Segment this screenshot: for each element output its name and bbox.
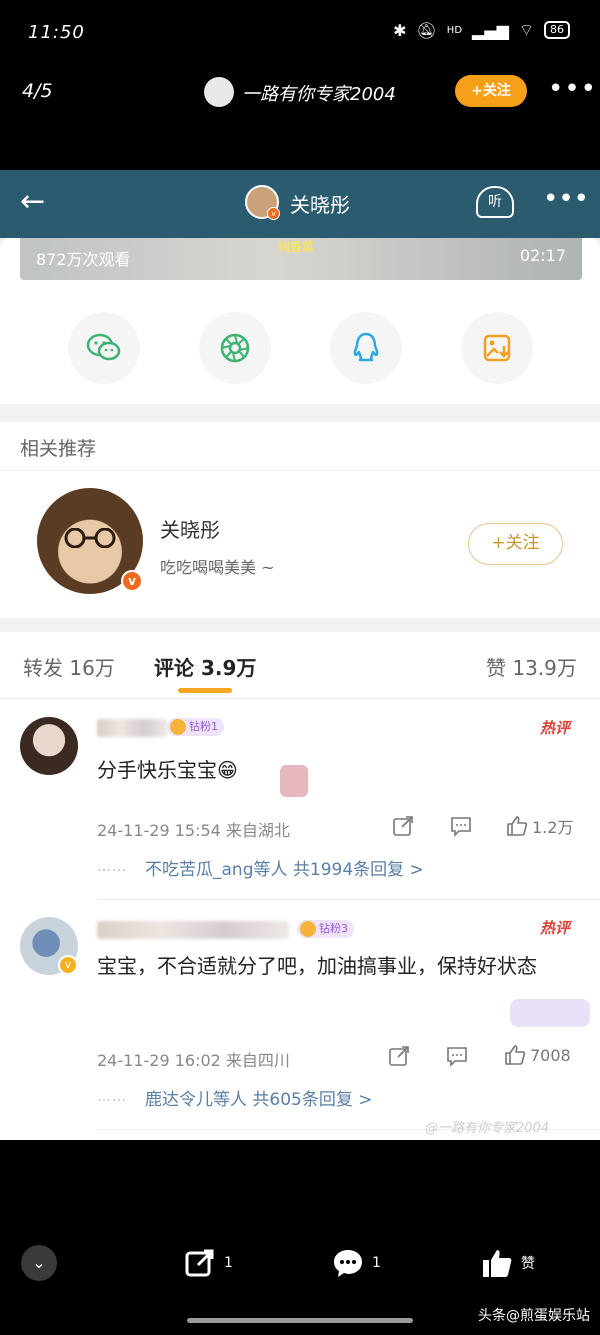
like-comment-button[interactable]: 7008 <box>504 1044 571 1066</box>
comment-text: 宝宝，不合适就分了吧，加油搞事业，保持好状态 <box>97 954 537 978</box>
nav-title: 关晓彤 <box>290 193 350 217</box>
share-comment-icon[interactable] <box>388 1045 410 1067</box>
glasses-icon <box>64 528 116 548</box>
image-counter: 4/5 <box>22 80 53 102</box>
back-arrow-icon[interactable]: ← <box>20 184 45 219</box>
verified-badge-icon: v <box>267 207 280 220</box>
like-label: 赞 <box>521 1256 535 1272</box>
view-replies-link[interactable]: 鹿达令儿等人 共605条回复 > <box>145 1085 373 1110</box>
signal-label: HD <box>446 24 463 36</box>
verified-badge-icon: v <box>121 570 143 592</box>
divider <box>0 470 600 471</box>
commenter-name-blurred <box>97 719 167 737</box>
video-views: 872万次观看 <box>36 250 131 269</box>
save-image-icon[interactable] <box>461 312 533 384</box>
collapse-chevron-icon[interactable]: ⌄ <box>21 1245 57 1281</box>
bluetooth-icon: ✱ <box>393 20 407 40</box>
sticker-icon <box>280 765 308 797</box>
like-count: 7008 <box>530 1045 571 1065</box>
share-count: 1 <box>224 1255 233 1271</box>
home-indicator[interactable] <box>187 1318 413 1323</box>
nav-more-icon[interactable]: ••• <box>543 184 589 214</box>
comment-icon <box>334 1250 362 1277</box>
hot-comment-tag: 热评 <box>540 719 571 737</box>
commenter-name-blurred <box>97 921 289 939</box>
more-options-icon[interactable]: ••• <box>548 74 597 104</box>
view-replies-link[interactable]: 不吃苦瓜_ang等人 共1994条回复 > <box>145 855 424 880</box>
share-icon <box>185 1249 214 1277</box>
reply-comment-icon[interactable] <box>450 815 472 837</box>
share-comment-icon[interactable] <box>392 815 414 837</box>
like-count: 1.2万 <box>532 818 574 837</box>
wifi-icon: ⌔ <box>518 20 534 39</box>
qq-icon[interactable] <box>330 312 402 384</box>
embedded-screenshot: ← v 关晓彤 听 ••• 872万次观看 纯香菜 02:17 相关推荐 v 关… <box>0 170 600 1140</box>
thumbs-up-icon <box>507 816 528 836</box>
comment-list: 钻粉1 热评 分手快乐宝宝😁 24-11-29 15:54 来自湖北 1.2万 … <box>0 698 600 1140</box>
brand-watermark: 头条@煎蛋娱乐站 <box>478 1308 590 1324</box>
poster-avatar[interactable] <box>204 77 234 107</box>
video-caption: 纯香菜 <box>278 240 315 254</box>
source-watermark: @一路有你专家2004 <box>425 1121 550 1136</box>
video-duration: 02:17 <box>519 246 566 265</box>
commenter-avatar[interactable] <box>20 717 78 775</box>
status-time: 11:50 <box>28 22 85 43</box>
like-button[interactable]: 赞 <box>481 1247 535 1279</box>
like-comment-button[interactable]: 1.2万 <box>506 814 573 838</box>
reply-dots: …… <box>97 1089 127 1105</box>
related-user-bio: 吃吃喝喝美美 ~ <box>160 558 275 577</box>
thumbs-up-icon <box>483 1250 512 1277</box>
poster-follow-button[interactable]: +关注 <box>455 75 527 107</box>
tab-repost[interactable]: 转发 16万 <box>23 652 115 681</box>
tab-comments[interactable]: 评论 3.9万 <box>154 652 256 681</box>
hot-comment-tag: 热评 <box>540 919 571 937</box>
reply-dots: …… <box>97 859 127 875</box>
tab-likes[interactable]: 赞 13.9万 <box>486 652 577 681</box>
related-recommend-section: 相关推荐 v 关晓彤 吃吃喝喝美美 ~ +关注 <box>0 422 600 618</box>
related-follow-button[interactable]: +关注 <box>468 523 563 565</box>
thumbs-up-icon <box>505 1045 526 1065</box>
post-tabs: 转发 16万 评论 3.9万 赞 13.9万 <box>0 632 600 698</box>
divider <box>97 899 600 900</box>
comment-count: 1 <box>372 1255 381 1271</box>
screen: 11:50 ✱ 🔕︎ HD ▂▄▆ ⌔ 86 4/5 一路有你专家2004 +关… <box>0 0 600 1335</box>
comment-meta: 24-11-29 16:02 来自四川 <box>97 1051 290 1070</box>
video-share-card: 872万次观看 纯香菜 02:17 <box>0 238 600 404</box>
active-tab-indicator <box>178 688 232 693</box>
sticker-icon <box>510 999 590 1027</box>
mute-icon: 🔕︎ <box>416 20 437 40</box>
weibo-nav-bar: ← v 关晓彤 听 ••• <box>0 170 600 238</box>
status-icons: ✱ 🔕︎ HD ▂▄▆ ⌔ 86 <box>393 20 570 40</box>
comment-meta: 24-11-29 15:54 来自湖北 <box>97 821 290 840</box>
related-user-name[interactable]: 关晓彤 <box>160 514 220 543</box>
poster-name[interactable]: 一路有你专家2004 <box>242 80 396 106</box>
moments-icon[interactable] <box>199 312 271 384</box>
share-button[interactable]: 1 <box>184 1247 233 1279</box>
related-header: 相关推荐 <box>20 438 97 460</box>
verified-badge-icon: v <box>58 955 78 975</box>
fan-badge: 钻粉3 <box>297 920 354 938</box>
fan-badge: 钻粉1 <box>167 718 224 736</box>
signal-icon: ▂▄▆ <box>472 20 509 40</box>
video-thumbnail[interactable]: 872万次观看 纯香菜 02:17 <box>20 238 582 280</box>
comment-button[interactable]: 1 <box>332 1247 381 1279</box>
listen-button[interactable]: 听 <box>476 186 514 218</box>
battery-icon: 86 <box>544 21 570 39</box>
reply-comment-icon[interactable] <box>446 1045 468 1067</box>
wechat-icon[interactable] <box>68 312 140 384</box>
